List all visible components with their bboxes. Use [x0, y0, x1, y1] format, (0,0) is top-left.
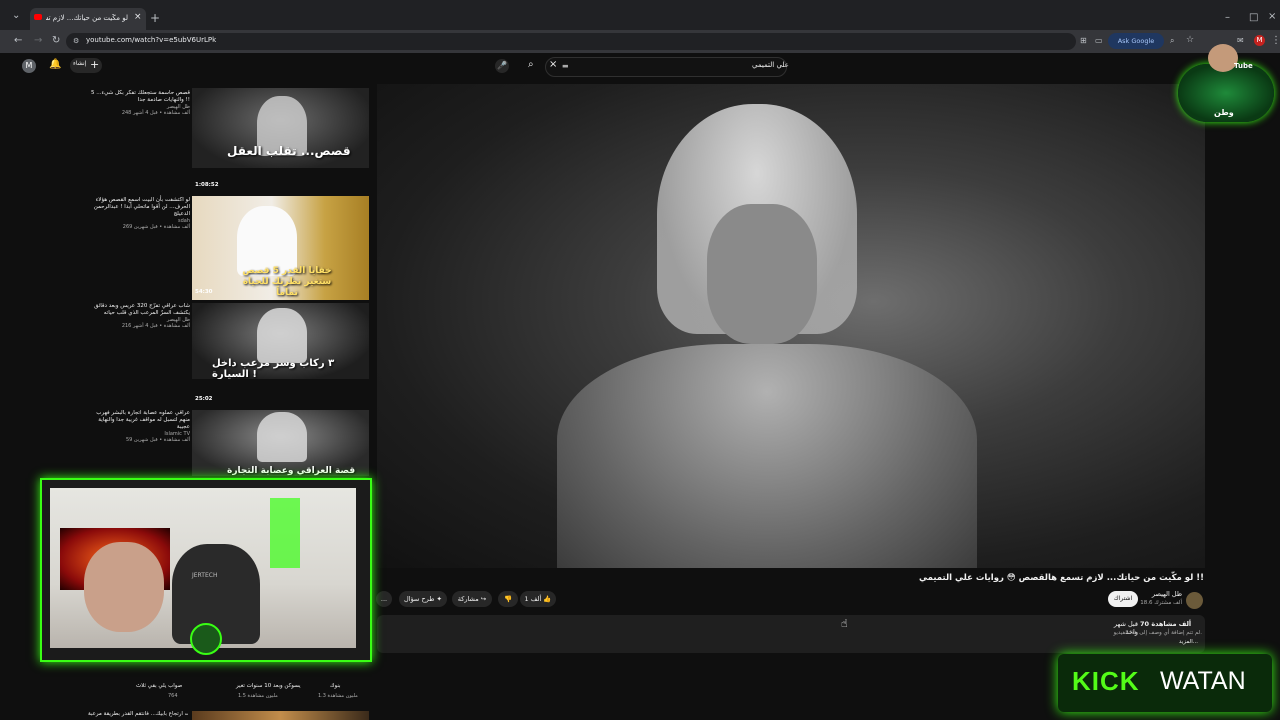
video-player[interactable] — [377, 84, 1205, 568]
video-meta: 248 ألف مشاهدة • قبل 4 أشهر — [121, 110, 190, 116]
list-item[interactable]: 5 قصص حاسمة ستجعلك تفكر بكل شيء... والنه… — [90, 90, 190, 116]
channel-name[interactable]: ظل الهيصر — [1150, 590, 1182, 598]
subscribe-button[interactable]: اشتراك — [1108, 591, 1138, 607]
thumbs-up-icon: 👍 — [543, 595, 552, 603]
share-label: مشاركة — [457, 595, 479, 603]
thumbnail-figure — [257, 412, 307, 462]
tab-close-icon[interactable]: × — [134, 12, 142, 22]
list-item[interactable]: لو اكتشفت بأن البيت اسمع القصص هؤلاء الح… — [90, 197, 190, 230]
streamer-logo-avatar — [190, 623, 222, 655]
search-input[interactable] — [545, 57, 787, 77]
channel-name-watermark: WATAN — [1160, 667, 1246, 695]
notifications-bell-icon[interactable]: 🔔 — [49, 59, 61, 70]
search-icon[interactable]: ⌕ — [528, 59, 534, 70]
video-title: شاب عراقي تفرّج 320 عريس وبعد دقائق يكتش… — [94, 303, 190, 316]
logo-text: Tube — [1234, 62, 1253, 70]
list-item-title[interactable]: بنوك — [330, 683, 341, 689]
video-title: عراقي عملوه عصابة اتجارة بالبشر فهرب منه… — [96, 410, 190, 430]
streamer-webcam: JERTECH — [40, 478, 372, 662]
minimize-icon[interactable]: – — [1225, 12, 1230, 23]
clear-search-icon[interactable]: × — [549, 59, 557, 70]
video-subject-face — [707, 204, 817, 344]
video-meta: 216 ألف مشاهدة • قبل 4 أشهر — [121, 323, 190, 329]
new-tab-icon[interactable]: + — [150, 11, 160, 25]
video-title: لو اكتشفت بأن البيت اسمع القصص هؤلاء الح… — [93, 197, 190, 217]
cast-icon[interactable]: ▭ — [1095, 36, 1103, 45]
back-icon[interactable]: ← — [14, 35, 22, 46]
voice-search-icon[interactable]: 🎤 — [495, 59, 509, 73]
list-item-title[interactable]: رفضت ارتجاع بأبيك... فانتقم القدر بطريقة… — [88, 711, 188, 717]
thumbs-down-icon: 👎 — [503, 595, 513, 603]
list-item-title[interactable]: يسوكن وبعد 10 سنوات تغير — [236, 683, 301, 689]
create-label: إنشاء — [73, 60, 87, 67]
ask-button[interactable]: طرح سؤال ✦ — [399, 591, 447, 607]
browser-tab[interactable]: لو مكّيت من حياتك... لازم تسم × — [30, 8, 146, 30]
tab-title: لو مكّيت من حياتك... لازم تسم — [46, 14, 128, 22]
more-actions-button[interactable]: ... — [376, 591, 392, 607]
video-duration: 25:02 — [195, 396, 213, 402]
logo-signature: وطن — [1214, 108, 1234, 117]
video-meta: 1.5 مليون مشاهدة — [238, 693, 278, 699]
thumbnail[interactable]: قصص... تقلب العقل — [192, 88, 369, 168]
thumbnail-overlay-text: خفايا القدر 5 قصص ستغير نظرتك للحياة تما… — [242, 266, 332, 298]
video-meta: 764 — [168, 693, 178, 699]
tab-list-icon[interactable]: ⌄ — [12, 10, 20, 21]
description-text: لم تتم إضافة أي وصف إلى هذا الفيديو. — [1113, 630, 1203, 636]
subscriber-count: 18.6 ألف مشترك — [1140, 600, 1182, 606]
search-query: علي التميمي — [752, 61, 789, 69]
close-window-icon[interactable]: × — [1268, 11, 1276, 22]
thumbnail-overlay-text: ٣ ركاب وسر مرعب داخل السيارة ! — [212, 358, 335, 379]
thumbnail[interactable] — [192, 711, 369, 720]
thumbnail[interactable]: خفايا القدر 5 قصص ستغير نظرتك للحياة تما… — [192, 196, 369, 300]
like-button[interactable]: 1 ألف 👍 — [520, 591, 556, 607]
kick-logo-text: KICK — [1072, 666, 1140, 696]
video-meta: 269 ألف مشاهدة • قبل شهرين — [122, 224, 190, 230]
video-duration: 54:30 — [195, 289, 213, 295]
reload-icon[interactable]: ↻ — [52, 35, 60, 46]
browser-tab-strip — [0, 0, 1280, 30]
thumbnail-overlay-text: قصص... تقلب العقل — [227, 144, 351, 158]
forward-icon[interactable]: → — [34, 35, 42, 46]
thumbnail[interactable]: ٣ ركاب وسر مرعب داخل السيارة ! — [192, 303, 369, 379]
url-text: youtube.com/watch?v=e5ubV6UrLPk — [86, 36, 217, 44]
site-info-icon[interactable]: ⚙ — [73, 37, 79, 45]
dislike-button[interactable]: 👎 — [498, 591, 518, 607]
streamer-face — [84, 542, 164, 632]
address-bar[interactable] — [66, 33, 1076, 50]
video-meta: 1.3 مليون مشاهدة — [318, 693, 358, 699]
view-count: 70 ألف مشاهدة — [1140, 620, 1192, 628]
sparkle-icon: ✦ — [436, 595, 442, 603]
ask-label: طرح سؤال — [404, 595, 435, 603]
share-button[interactable]: مشاركة ↪ — [452, 591, 492, 607]
maximize-icon[interactable]: □ — [1249, 12, 1258, 23]
channel-avatar[interactable] — [1186, 592, 1203, 609]
like-count: 1 ألف — [524, 595, 542, 603]
description-box[interactable] — [377, 615, 1205, 653]
translate-icon[interactable]: ⊞ — [1080, 36, 1087, 45]
youtube-favicon-icon — [34, 14, 42, 20]
streamer-logo: Tube وطن — [1170, 44, 1276, 126]
video-duration: 1:08:52 — [195, 182, 219, 188]
green-light — [270, 498, 300, 568]
show-more-link[interactable]: المزيد... — [1150, 639, 1198, 645]
video-title: لو مكّيت من حياتك... لازم تسمع هالقصص 😳 … — [919, 573, 1204, 583]
thumbnail[interactable]: قصة العراقي وعصابة التجارة بالبشر — [192, 410, 369, 476]
video-subject-body — [557, 344, 977, 568]
create-button[interactable]: إنشاء + — [70, 58, 102, 73]
thumbnail-figure — [257, 308, 307, 363]
video-title: 5 قصص حاسمة ستجعلك تفكر بكل شيء... والنه… — [90, 90, 190, 103]
list-item[interactable]: شاب عراقي تفرّج 320 عريس وبعد دقائق يكتش… — [90, 303, 190, 329]
share-icon: ↪ — [480, 595, 487, 603]
mouse-cursor-icon: ☝ — [841, 617, 848, 630]
ask-google-button[interactable]: Ask Google — [1108, 33, 1164, 49]
list-item-title[interactable]: صواب يلي بقي ثلاث — [136, 683, 182, 689]
more-icon: ... — [380, 595, 388, 603]
keyboard-icon[interactable]: ▬ — [562, 62, 569, 70]
chair-brand-text: JERTECH — [192, 572, 218, 579]
plus-icon: + — [90, 58, 100, 71]
list-item[interactable]: عراقي عملوه عصابة اتجارة بالبشر فهرب منه… — [90, 410, 190, 443]
video-meta: 59 ألف مشاهدة • قبل شهرين — [125, 437, 190, 443]
account-avatar[interactable]: M — [22, 59, 36, 73]
thumbnail-overlay-text: قصة العراقي وعصابة التجارة بالبشر — [227, 466, 356, 476]
